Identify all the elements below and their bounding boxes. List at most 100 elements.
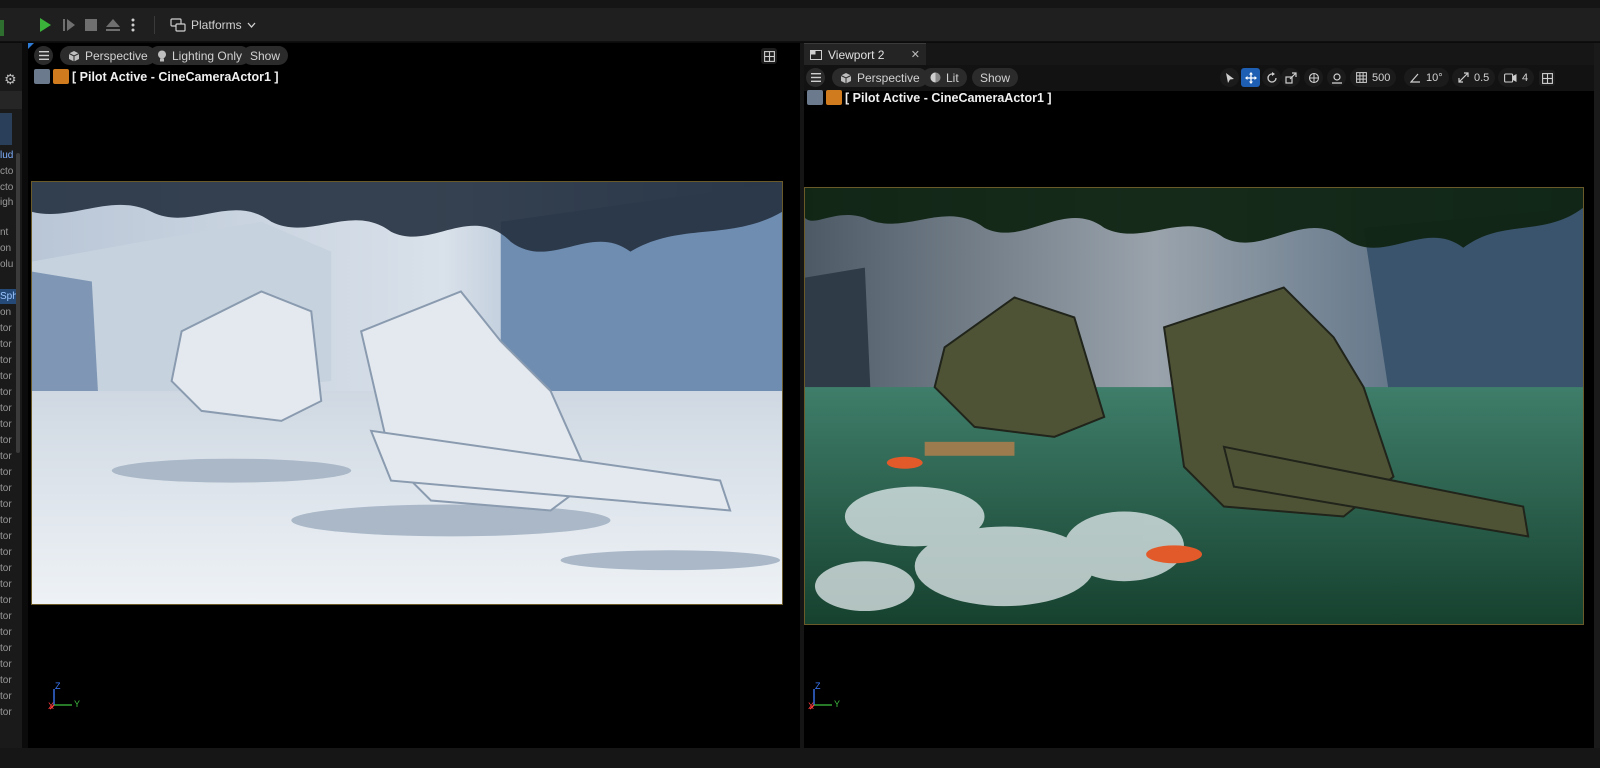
outliner-row[interactable]: olu (0, 257, 16, 272)
eject-pilot-icon[interactable] (807, 90, 823, 105)
lighting-mode-label: Lighting Only (172, 48, 243, 63)
outliner-row[interactable]: tor (0, 625, 16, 640)
viewport-menu-button[interactable] (806, 68, 825, 87)
platforms-dropdown[interactable]: Platforms (170, 14, 256, 36)
outliner-row[interactable]: tor (0, 497, 16, 512)
outliner-row[interactable]: tor (0, 369, 16, 384)
camera-actor-icon (53, 69, 69, 84)
play-button[interactable] (34, 14, 56, 36)
outliner-panel: ⚙ lud cto cto igh nt on olu Sph on tor tor tor tor to… (0, 43, 22, 748)
rotation-snap-button[interactable]: 10° (1404, 68, 1449, 87)
eject-button[interactable] (102, 14, 124, 36)
perspective-label: Perspective (85, 48, 148, 63)
outliner-row[interactable]: tor (0, 385, 16, 400)
show-button[interactable]: Show (972, 68, 1019, 87)
outliner-row[interactable]: on (0, 305, 16, 320)
stop-button[interactable] (80, 14, 102, 36)
axis-y-label: Y (74, 699, 81, 709)
viewport-1[interactable]: Perspective Lighting Only Show [ Pilot A… (28, 43, 800, 748)
outliner-row[interactable]: nt (0, 225, 16, 240)
translate-mode-button[interactable] (1241, 68, 1260, 87)
camera-actor-icon (826, 90, 842, 105)
outliner-row[interactable]: tor (0, 417, 16, 432)
outliner-row[interactable]: Sph (0, 289, 16, 304)
outliner-row[interactable]: tor (0, 353, 16, 368)
select-mode-button[interactable] (1220, 68, 1239, 87)
scale-snap-button[interactable]: 0.5 (1452, 68, 1496, 87)
kebab-menu-icon (131, 18, 135, 32)
axis-x-label: X (808, 701, 815, 711)
outliner-row[interactable]: tor (0, 513, 16, 528)
outliner-row[interactable]: tor (0, 529, 16, 544)
axis-z-label: Z (55, 681, 61, 691)
outliner-row[interactable]: on (0, 241, 16, 256)
show-label: Show (980, 70, 1011, 85)
outliner-row[interactable]: tor (0, 481, 16, 496)
outliner-row[interactable]: tor (0, 577, 16, 592)
outliner-row[interactable]: tor (0, 657, 16, 672)
rotate-mode-button[interactable] (1262, 68, 1281, 87)
pilot-camera-label: [ Pilot Active - CineCameraActor1 ] (34, 69, 279, 84)
outliner-row[interactable]: tor (0, 593, 16, 608)
coordinate-system-button[interactable] (1304, 68, 1323, 87)
hamburger-icon (38, 51, 49, 60)
outliner-row[interactable]: tor (0, 689, 16, 704)
layout-grid-icon (763, 50, 775, 62)
viewport-menu-button[interactable] (34, 46, 53, 65)
scale-icon (1284, 71, 1297, 84)
surface-snapping-button[interactable] (1327, 68, 1346, 87)
show-label: Show (250, 48, 281, 63)
outliner-row[interactable]: tor (0, 321, 16, 336)
scale-mode-button[interactable] (1281, 68, 1300, 87)
lightbulb-icon (158, 50, 166, 61)
outliner-row[interactable]: tor (0, 641, 16, 656)
viewport-2[interactable]: Viewport 2 ✕ Perspective Lit Show 500 10… (804, 43, 1594, 748)
outliner-header (0, 91, 22, 109)
perspective-button[interactable]: Perspective (832, 68, 928, 87)
outliner-scrollbar[interactable] (16, 153, 20, 453)
outliner-row[interactable]: tor (0, 545, 16, 560)
cursor-arrow-icon (1225, 72, 1234, 83)
outliner-row[interactable]: lud (0, 148, 16, 163)
lit-sphere-icon (930, 72, 941, 83)
view-mode-lit-button[interactable]: Lit (922, 68, 967, 87)
eject-pilot-icon[interactable] (34, 69, 50, 84)
right-side-panel (1594, 43, 1600, 748)
main-toolbar: Platforms (0, 8, 1600, 42)
surface-snap-icon (1331, 72, 1342, 84)
outliner-row[interactable]: igh (0, 195, 16, 210)
lit-scene-image (805, 188, 1583, 624)
outliner-row[interactable]: tor (0, 561, 16, 576)
mode-edge (0, 20, 4, 36)
rotation-snap-value: 10° (1426, 71, 1443, 84)
play-options-button[interactable] (126, 14, 140, 36)
viewport-layout-button[interactable] (761, 48, 777, 64)
outliner-row[interactable]: tor (0, 449, 16, 464)
settings-gear-icon[interactable]: ⚙ (4, 71, 17, 88)
outliner-row[interactable]: tor (0, 465, 16, 480)
camera-speed-button[interactable]: 4 (1498, 68, 1535, 87)
show-button[interactable]: Show (242, 46, 289, 65)
viewport-2-tab-title: Viewport 2 (828, 47, 885, 62)
outliner-row[interactable]: tor (0, 433, 16, 448)
viewport-layout-button[interactable] (1539, 70, 1555, 86)
outliner-row[interactable]: tor (0, 337, 16, 352)
viewport-2-tab[interactable]: Viewport 2 ✕ (804, 43, 926, 65)
step-forward-icon (63, 19, 75, 31)
advance-frame-button[interactable] (58, 14, 80, 36)
pilot-active-text: [ Pilot Active - CineCameraActor1 ] (845, 90, 1052, 105)
grid-snap-button[interactable]: 500 (1350, 68, 1397, 87)
toolbar-separator (154, 16, 155, 34)
outliner-row[interactable]: cto (0, 164, 16, 179)
close-icon[interactable]: ✕ (911, 48, 920, 61)
outliner-row[interactable]: tor (0, 673, 16, 688)
outliner-row[interactable]: tor (0, 609, 16, 624)
lighting-mode-button[interactable]: Lighting Only (149, 46, 251, 65)
outliner-row[interactable]: tor (0, 401, 16, 416)
angle-snap-icon (1410, 73, 1420, 83)
viewport-tab-icon (810, 49, 822, 60)
outliner-row[interactable]: tor (0, 705, 16, 720)
camera-speed-value: 4 (1522, 71, 1529, 84)
outliner-row[interactable]: cto (0, 180, 16, 195)
perspective-button[interactable]: Perspective (60, 46, 156, 65)
